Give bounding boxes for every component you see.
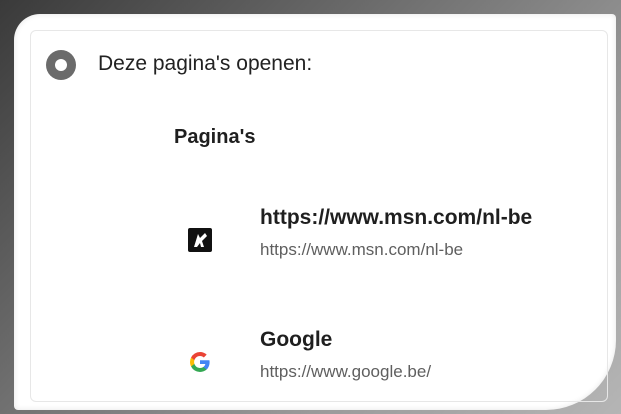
- startup-settings-panel: Deze pagina's openen: Pagina's https://w…: [14, 14, 616, 410]
- startup-page-title: https://www.msn.com/nl-be: [260, 206, 533, 229]
- radio-selected-dot: [55, 59, 67, 71]
- startup-page-item-msn[interactable]: https://www.msn.com/nl-be https://www.ms…: [188, 206, 608, 268]
- startup-page-url: https://www.msn.com/nl-be: [260, 240, 464, 259]
- open-pages-radio[interactable]: [46, 50, 76, 80]
- startup-page-url: https://www.google.be/: [260, 362, 432, 381]
- pages-section-title: Pagina's: [174, 126, 256, 148]
- startup-page-title: Google: [260, 328, 333, 351]
- open-pages-option-label[interactable]: Deze pagina's openen:: [98, 52, 312, 76]
- startup-page-item-google[interactable]: Google https://www.google.be/: [188, 328, 608, 390]
- google-icon: [188, 350, 212, 374]
- msn-icon: [188, 228, 212, 252]
